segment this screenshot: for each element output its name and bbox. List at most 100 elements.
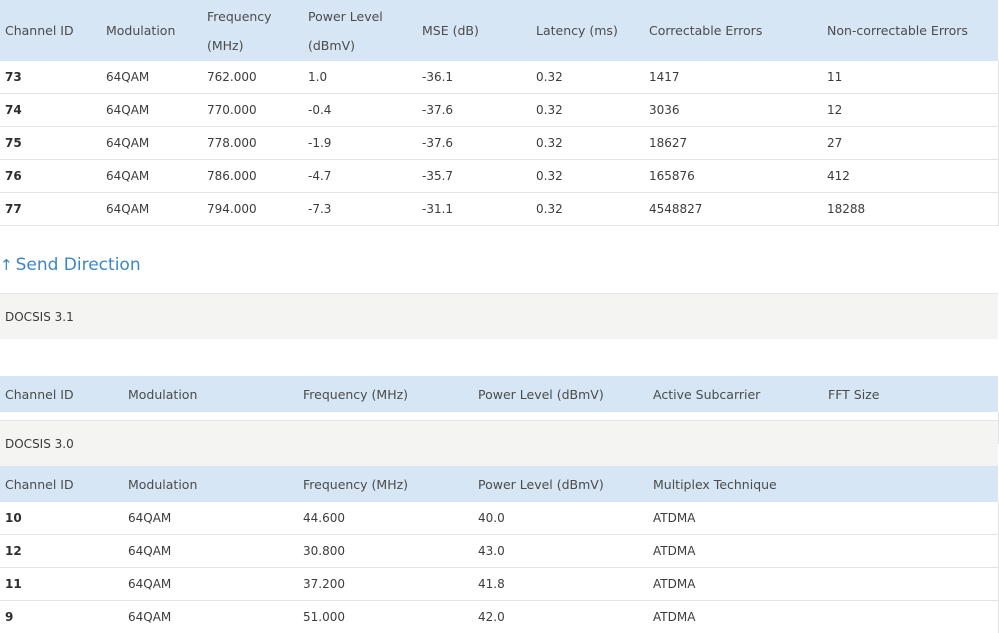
col-power-level: Power Level (dBmV) — [473, 376, 648, 412]
section-label: DOCSIS 3.1 — [5, 310, 74, 324]
power-level: 43.0 — [473, 534, 648, 568]
empty-cell — [823, 502, 999, 535]
channel-id: 76 — [0, 159, 101, 193]
frequency: 762.000 — [202, 61, 303, 94]
col-mse: MSE (dB) — [417, 0, 531, 61]
frequency: 770.000 — [202, 93, 303, 127]
frequency: 786.000 — [202, 159, 303, 193]
arrow-up-icon: ↑ — [0, 256, 13, 274]
col-channel-id: Channel ID — [0, 376, 123, 412]
power-level: -0.4 — [303, 93, 417, 127]
table-row: 10 64QAM 44.600 40.0 ATDMA — [0, 502, 999, 535]
docsis30-channel-table: Channel ID Modulation Frequency (MHz) Po… — [0, 466, 999, 633]
downstream-header-row: Channel ID Modulation Frequency (MHz) Pow… — [0, 0, 998, 61]
modulation: 64QAM — [123, 600, 298, 633]
modulation: 64QAM — [123, 502, 298, 535]
mse: -31.1 — [417, 192, 531, 226]
mse: -37.6 — [417, 126, 531, 160]
downstream-channel-table: Channel ID Modulation Frequency (MHz) Pow… — [0, 0, 999, 226]
channel-id: 11 — [0, 567, 123, 601]
col-channel-id: Channel ID — [0, 0, 101, 61]
noncorrectable-errors: 27 — [822, 126, 999, 160]
modulation: 64QAM — [101, 61, 202, 94]
send-direction-title: Send Direction — [15, 255, 141, 275]
correctable-errors: 3036 — [644, 93, 822, 127]
channel-id: 77 — [0, 192, 101, 226]
col-fft-size: FFT Size — [823, 376, 998, 412]
power-level: -4.7 — [303, 159, 417, 193]
col-power-level: Power Level (dBmV) — [303, 0, 417, 61]
col-multiplex-technique: Multiplex Technique — [648, 466, 823, 502]
table-row: 73 64QAM 762.000 1.0 -36.1 0.32 1417 11 — [0, 61, 999, 94]
modulation: 64QAM — [123, 534, 298, 568]
modulation: 64QAM — [123, 567, 298, 601]
power-level: 1.0 — [303, 61, 417, 94]
docsis31-section-label: DOCSIS 3.1 — [0, 293, 998, 339]
multiplex-technique: ATDMA — [648, 534, 823, 568]
noncorrectable-errors: 11 — [822, 61, 999, 94]
latency: 0.32 — [531, 192, 644, 226]
col-frequency: Frequency (MHz) — [202, 0, 303, 61]
frequency: 37.200 — [298, 567, 473, 601]
frequency: 30.800 — [298, 534, 473, 568]
power-level: -1.9 — [303, 126, 417, 160]
correctable-errors: 1417 — [644, 61, 822, 94]
frequency: 44.600 — [298, 502, 473, 535]
modulation: 64QAM — [101, 126, 202, 160]
frequency: 778.000 — [202, 126, 303, 160]
empty-cell — [823, 534, 999, 568]
correctable-errors: 165876 — [644, 159, 822, 193]
latency: 0.32 — [531, 126, 644, 160]
channel-id: 75 — [0, 126, 101, 160]
table-row: 12 64QAM 30.800 43.0 ATDMA — [0, 534, 999, 568]
cable-modem-status-page: Channel ID Modulation Frequency (MHz) Pow… — [0, 0, 999, 633]
power-level: 41.8 — [473, 567, 648, 601]
channel-id: 9 — [0, 600, 123, 633]
table-row: 9 64QAM 51.000 42.0 ATDMA — [0, 600, 999, 633]
docsis30-header-row: Channel ID Modulation Frequency (MHz) Po… — [0, 466, 998, 502]
table-row: 77 64QAM 794.000 -7.3 -31.1 0.32 4548827… — [0, 192, 999, 226]
table-row: 75 64QAM 778.000 -1.9 -37.6 0.32 18627 2… — [0, 126, 999, 160]
empty-cell — [823, 600, 999, 633]
correctable-errors: 4548827 — [644, 192, 822, 226]
correctable-errors: 18627 — [644, 126, 822, 160]
noncorrectable-errors: 18288 — [822, 192, 999, 226]
col-active-subcarrier: Active Subcarrier — [648, 376, 823, 412]
multiplex-technique: ATDMA — [648, 502, 823, 535]
col-modulation: Modulation — [123, 376, 298, 412]
modulation: 64QAM — [101, 93, 202, 127]
frequency: 794.000 — [202, 192, 303, 226]
channel-id: 74 — [0, 93, 101, 127]
multiplex-technique: ATDMA — [648, 567, 823, 601]
empty-cell — [823, 567, 999, 601]
col-noncorrectable-errors: Non-correctable Errors — [822, 0, 998, 61]
col-frequency: Frequency (MHz) — [298, 376, 473, 412]
latency: 0.32 — [531, 61, 644, 94]
mse: -37.6 — [417, 93, 531, 127]
latency: 0.32 — [531, 93, 644, 127]
send-direction-heading: ↑ Send Direction — [0, 253, 141, 277]
col-modulation: Modulation — [123, 466, 298, 502]
frequency: 51.000 — [298, 600, 473, 633]
power-level: -7.3 — [303, 192, 417, 226]
power-level: 40.0 — [473, 502, 648, 535]
multiplex-technique: ATDMA — [648, 600, 823, 633]
col-latency: Latency (ms) — [531, 0, 644, 61]
col-modulation: Modulation — [101, 0, 202, 61]
docsis30-section-label: DOCSIS 3.0 — [0, 420, 998, 466]
docsis31-header-row: Channel ID Modulation Frequency (MHz) Po… — [0, 376, 998, 412]
channel-id: 10 — [0, 502, 123, 535]
power-level: 42.0 — [473, 600, 648, 633]
channel-id: 73 — [0, 61, 101, 94]
section-label: DOCSIS 3.0 — [5, 437, 74, 451]
col-frequency: Frequency (MHz) — [298, 466, 473, 502]
col-correctable-errors: Correctable Errors — [644, 0, 822, 61]
table-row: 11 64QAM 37.200 41.8 ATDMA — [0, 567, 999, 601]
mse: -36.1 — [417, 61, 531, 94]
mse: -35.7 — [417, 159, 531, 193]
col-power-level: Power Level (dBmV) — [473, 466, 648, 502]
modulation: 64QAM — [101, 159, 202, 193]
channel-id: 12 — [0, 534, 123, 568]
latency: 0.32 — [531, 159, 644, 193]
col-channel-id: Channel ID — [0, 466, 123, 502]
